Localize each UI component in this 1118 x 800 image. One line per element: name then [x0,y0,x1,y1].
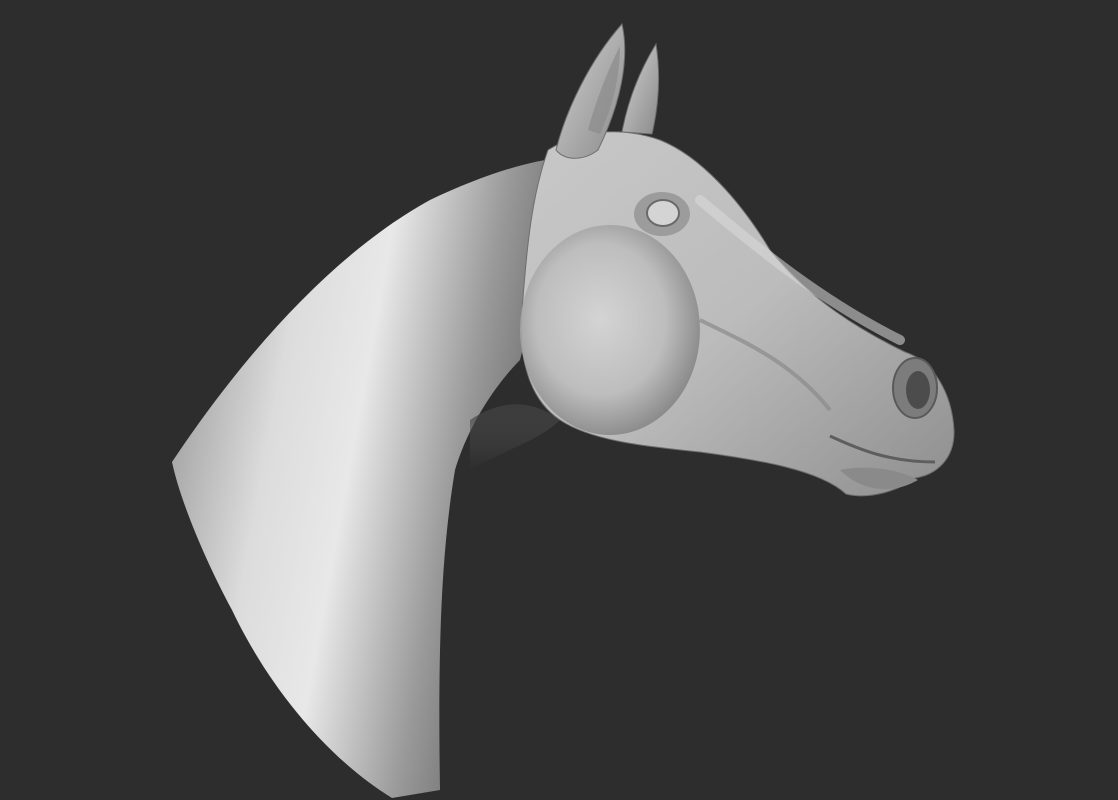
far-ear [621,42,660,135]
throat-shadow [470,404,560,470]
sculpt-viewport [0,0,1118,800]
nostril-opening [906,371,930,409]
neck [172,158,562,798]
eye [646,199,680,227]
cheek [520,225,700,435]
horse-head-sculpt [172,22,955,798]
